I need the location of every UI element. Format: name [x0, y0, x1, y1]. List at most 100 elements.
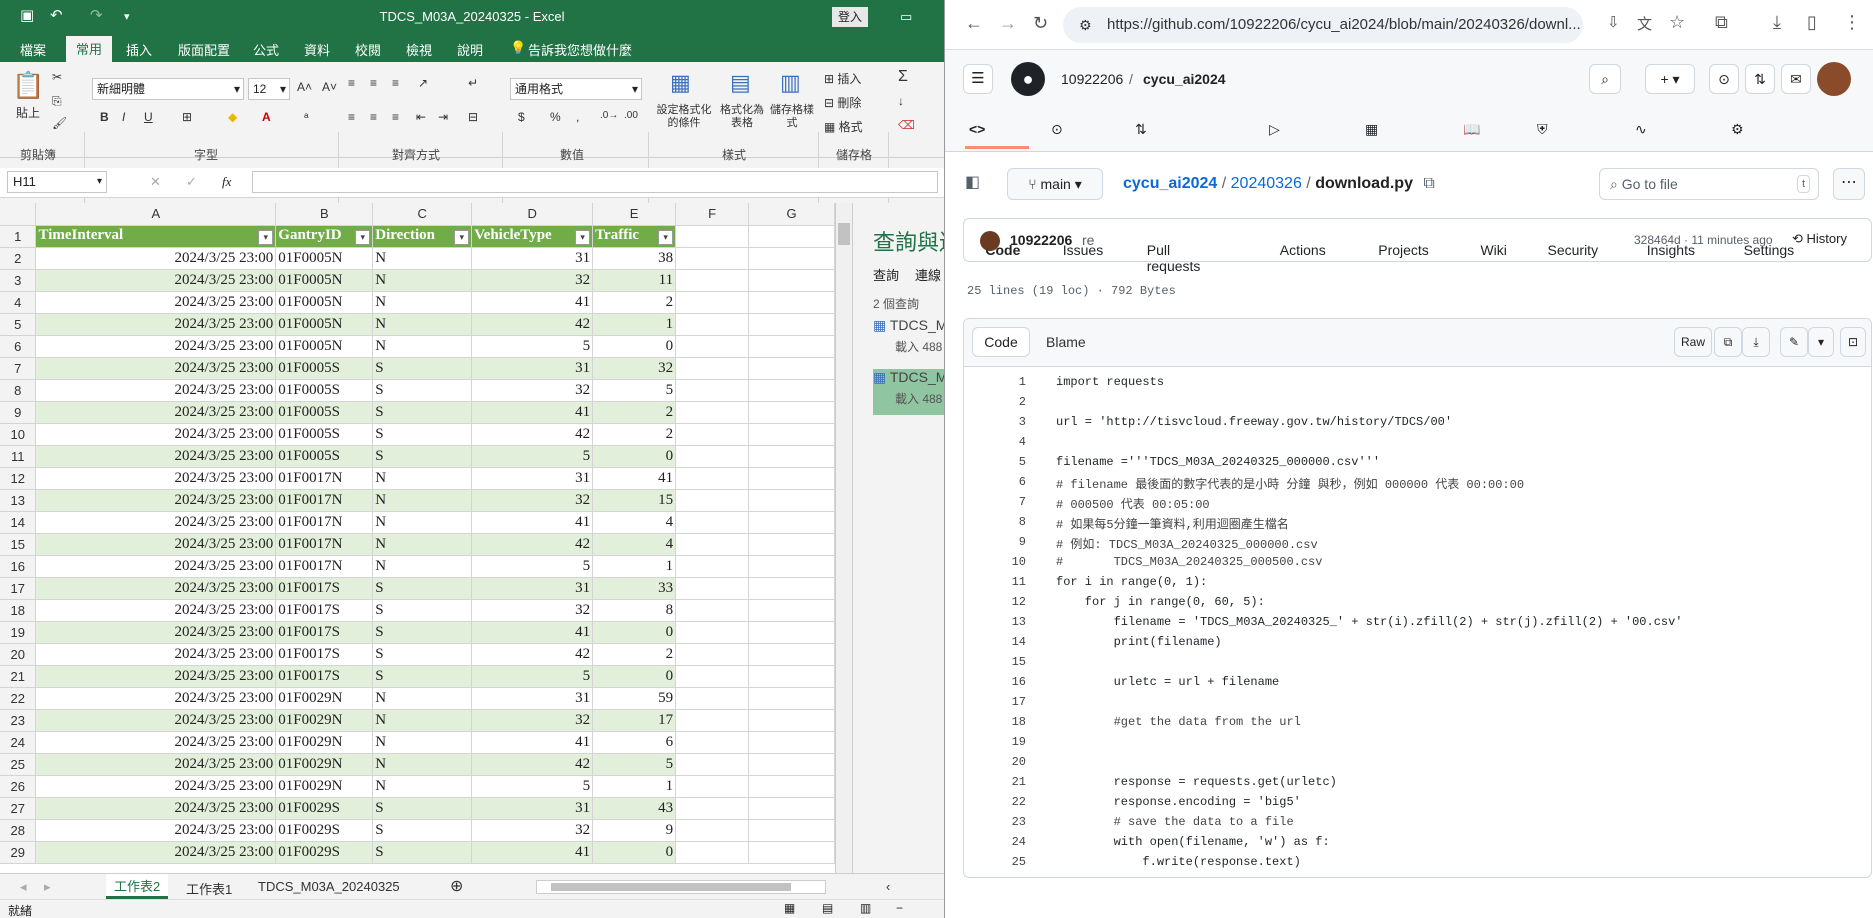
cell[interactable]: 01F0017N [275, 555, 374, 578]
row-header[interactable]: 21 [0, 665, 37, 688]
cell[interactable]: 2024/3/25 23:00 [35, 511, 277, 534]
number-format-select[interactable]: 通用格式 ▾ [510, 78, 642, 100]
row-header[interactable]: 20 [0, 643, 37, 666]
side-panel-icon[interactable]: ▯ [1807, 12, 1817, 33]
hamburger-menu-icon[interactable]: ☰ [963, 64, 993, 94]
cell[interactable] [748, 643, 835, 666]
copy-path-icon[interactable]: ⧉ [1423, 175, 1434, 192]
font-size-select[interactable]: 12 ▾ [248, 78, 290, 100]
column-header[interactable]: D [471, 203, 594, 226]
page-break-icon[interactable]: ▥ [860, 901, 871, 915]
row-header[interactable]: 3 [0, 269, 37, 292]
cell[interactable]: 41 [471, 511, 594, 534]
cell[interactable]: 59 [592, 687, 677, 710]
cell[interactable]: 32 [471, 269, 594, 292]
row-header[interactable]: 15 [0, 533, 37, 556]
format-as-table-button[interactable]: 格式化為表格 [716, 104, 768, 130]
cell[interactable] [675, 401, 750, 424]
cell[interactable]: 01F0029N [275, 753, 374, 776]
tab-pull-requests[interactable]: ⇅ Pull requests [1135, 121, 1200, 274]
cell[interactable]: S [372, 599, 473, 622]
line-number[interactable]: 13 [964, 615, 1026, 629]
insert-cells-button[interactable]: ⊞ 插入 [824, 70, 861, 87]
cell[interactable]: 31 [471, 247, 594, 270]
cell[interactable] [675, 291, 750, 314]
repo-name-link[interactable]: cycu_ai2024 [1143, 71, 1226, 87]
line-number[interactable]: 2 [964, 395, 1026, 409]
cell[interactable]: 2024/3/25 23:00 [35, 335, 277, 358]
cell[interactable]: 17 [592, 709, 677, 732]
cell[interactable] [675, 555, 750, 578]
row-header[interactable]: 29 [0, 841, 37, 864]
orientation-icon[interactable]: ↗ [418, 76, 428, 90]
tab-layout[interactable]: 版面配置 [178, 40, 230, 59]
cell[interactable]: 01F0017N [275, 533, 374, 556]
cell[interactable]: N [372, 467, 473, 490]
cell[interactable]: 01F0017S [275, 665, 374, 688]
cell[interactable] [675, 379, 750, 402]
download-icon[interactable]: ⤓ [1773, 12, 1781, 33]
cell[interactable]: 42 [471, 753, 594, 776]
filter-dropdown-icon[interactable]: ▾ [575, 230, 591, 245]
cell[interactable]: 01F0029S [275, 797, 374, 820]
cancel-icon[interactable]: ✕ [150, 174, 161, 190]
cell[interactable] [675, 643, 750, 666]
address-bar[interactable]: ⚙ https://github.com/10922206/cycu_ai202… [1063, 7, 1583, 43]
italic-icon[interactable]: I [122, 110, 125, 124]
column-header[interactable]: B [275, 203, 374, 226]
cell[interactable]: 41 [592, 467, 677, 490]
cell[interactable]: 01F0029N [275, 775, 374, 798]
cell[interactable] [748, 379, 835, 402]
install-icon[interactable]: ⇩ [1607, 13, 1620, 31]
line-number[interactable]: 12 [964, 595, 1026, 609]
cell[interactable]: S [372, 841, 473, 864]
cell[interactable]: 01F0005S [275, 423, 374, 446]
back-icon[interactable]: ← [965, 13, 983, 34]
row-header[interactable]: 11 [0, 445, 37, 468]
line-number[interactable]: 22 [964, 795, 1026, 809]
cell[interactable]: S [372, 665, 473, 688]
cell[interactable]: N [372, 709, 473, 732]
cell[interactable] [748, 313, 835, 336]
github-logo-icon[interactable]: ● [1011, 62, 1045, 96]
cell[interactable]: 01F0017S [275, 599, 374, 622]
cell[interactable] [675, 797, 750, 820]
cell[interactable] [675, 665, 750, 688]
delete-cells-button[interactable]: ⊟ 刪除 [824, 94, 861, 111]
cell[interactable]: N [372, 555, 473, 578]
filter-dropdown-icon[interactable]: ▾ [355, 230, 371, 245]
cell[interactable]: 2024/3/25 23:00 [35, 423, 277, 446]
cell[interactable]: 01F0005S [275, 379, 374, 402]
cell[interactable]: N [372, 731, 473, 754]
cell[interactable]: 01F0005N [275, 269, 374, 292]
vertical-scrollbar[interactable] [835, 203, 852, 873]
cell[interactable]: 11 [592, 269, 677, 292]
cell[interactable] [675, 687, 750, 710]
fill-icon[interactable]: ↓ [898, 94, 904, 108]
row-header[interactable]: 1 [0, 225, 37, 248]
cell[interactable] [748, 225, 835, 248]
cell[interactable]: 01F0017N [275, 489, 374, 512]
row-header[interactable]: 22 [0, 687, 37, 710]
line-number[interactable]: 18 [964, 715, 1026, 729]
forward-icon[interactable]: → [999, 13, 1017, 34]
tab-file[interactable]: 檔案 [20, 40, 46, 59]
row-header[interactable]: 26 [0, 775, 37, 798]
cell[interactable]: 2024/3/25 23:00 [35, 401, 277, 424]
cell[interactable]: 31 [471, 467, 594, 490]
cell[interactable]: 32 [471, 599, 594, 622]
breadcrumb-folder[interactable]: 20240326 [1231, 175, 1302, 192]
line-number[interactable]: 14 [964, 635, 1026, 649]
line-number[interactable]: 10 [964, 555, 1026, 569]
cell[interactable]: S [372, 445, 473, 468]
align-right-icon[interactable]: ≡ [392, 110, 399, 124]
row-header[interactable]: 16 [0, 555, 37, 578]
cell[interactable]: 2024/3/25 23:00 [35, 445, 277, 468]
cell[interactable]: 0 [592, 445, 677, 468]
row-header[interactable]: 25 [0, 753, 37, 776]
autosum-icon[interactable]: Σ [898, 68, 908, 86]
repo-owner-link[interactable]: 10922206 [1061, 71, 1123, 87]
worksheet-grid[interactable]: A B C D E F G 1 TimeInterval ▾ GantryID ▾ Dir… [0, 203, 835, 873]
decrease-decimal-icon[interactable]: .00 [624, 110, 638, 121]
cell[interactable]: 2024/3/25 23:00 [35, 841, 277, 864]
